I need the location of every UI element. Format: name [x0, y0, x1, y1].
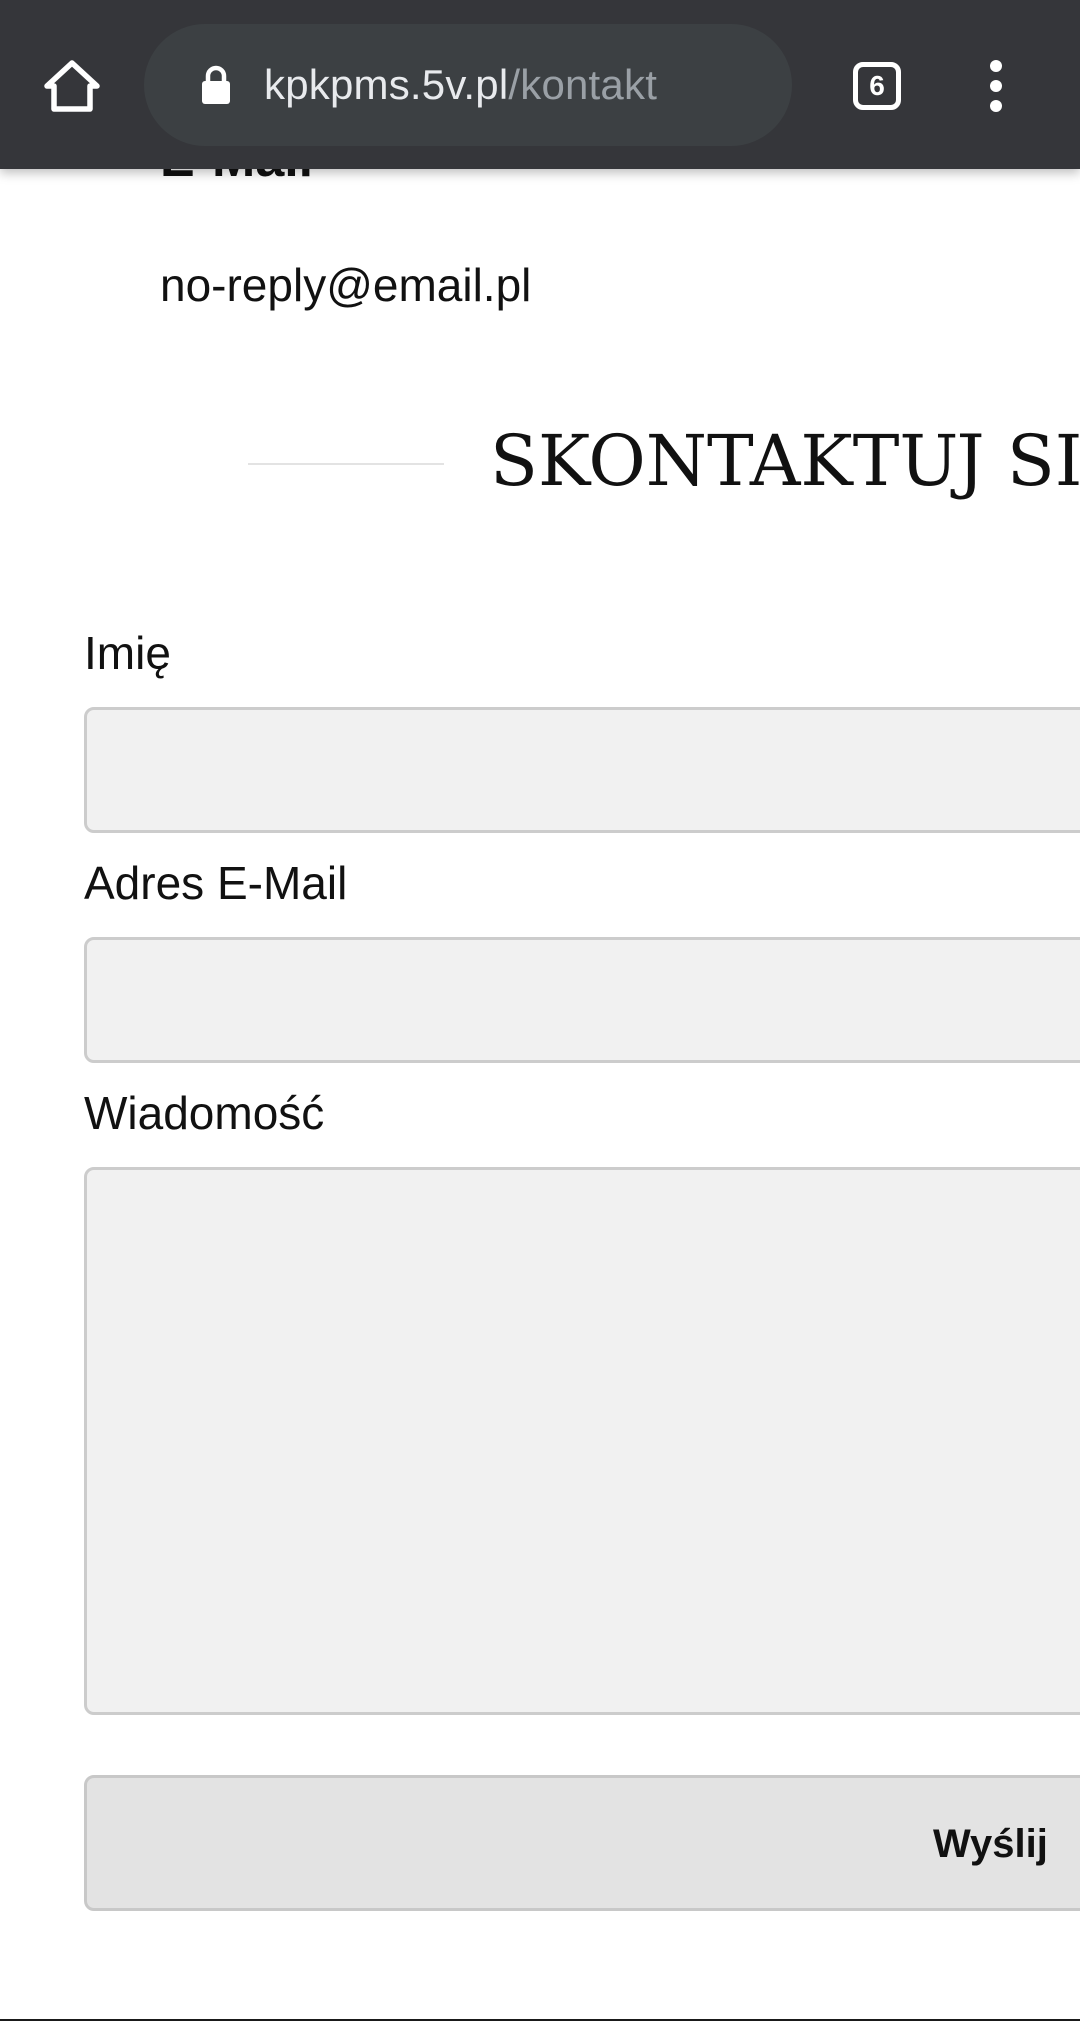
more-vert-icon[interactable]: [966, 46, 1026, 126]
email-value: no-reply@email.pl: [160, 259, 532, 311]
name-label: Imię: [84, 627, 171, 679]
email-field[interactable]: [84, 937, 1080, 1063]
submit-button-label: Wyślij: [933, 1822, 1048, 1866]
email-label: Adres E-Mail: [84, 857, 348, 909]
address-bar[interactable]: kpkpms.5v.pl/kontakt: [144, 24, 792, 146]
url-text: kpkpms.5v.pl/kontakt: [264, 61, 657, 109]
browser-toolbar: kpkpms.5v.pl/kontakt 6: [0, 0, 1080, 169]
tab-switcher-button[interactable]: 6: [844, 53, 910, 119]
home-button[interactable]: [30, 44, 114, 128]
url-host: kpkpms.5v.pl: [264, 61, 509, 108]
section-divider: [248, 463, 444, 465]
tab-count: 6: [869, 70, 885, 101]
message-textarea[interactable]: [84, 1167, 1080, 1715]
message-label: Wiadomość: [84, 1087, 325, 1139]
section-title: SKONTAKTUJ SIĘ: [490, 420, 1080, 502]
submit-button[interactable]: Wyślij: [84, 1775, 1080, 1911]
browser-viewport: kpkpms.5v.pl/kontakt 6 E-Mail no-reply@e…: [0, 0, 1080, 2021]
name-field[interactable]: [84, 707, 1080, 833]
home-icon: [44, 60, 100, 112]
lock-icon: [196, 61, 236, 109]
url-path: /kontakt: [508, 61, 658, 108]
tab-switcher-icon: 6: [853, 62, 901, 110]
